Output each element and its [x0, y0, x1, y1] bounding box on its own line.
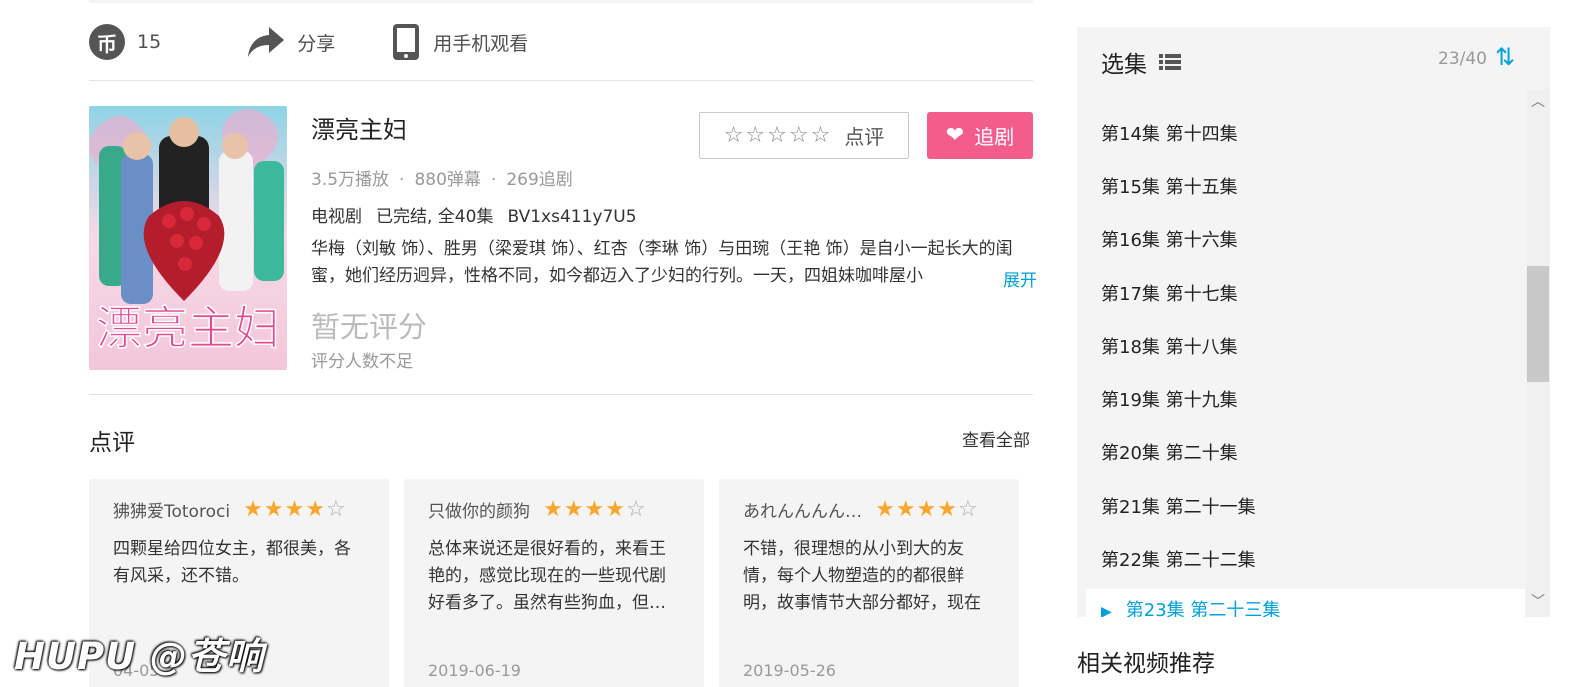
reviews-title: 点评 — [89, 430, 135, 456]
list-icon[interactable] — [1159, 53, 1181, 71]
episode-current-label: 第23集 第二十三集 — [1125, 600, 1281, 617]
divider — [89, 80, 1033, 81]
episode-item[interactable]: 第20集 第二十集 — [1101, 439, 1238, 465]
episode-item[interactable]: 第18集 第十八集 — [1101, 333, 1238, 359]
star-rating-icon: ★★★★☆ — [243, 497, 347, 522]
episode-item[interactable]: 第15集 第十五集 — [1101, 173, 1238, 199]
top-divider — [89, 0, 1033, 3]
bvid: BV1xs411y7U5 — [507, 207, 637, 227]
share-label: 分享 — [297, 32, 336, 55]
cover-title-art: 漂亮主妇 — [96, 301, 280, 355]
follow-label: 追剧 — [974, 125, 1015, 149]
page-title: 漂亮主妇 — [311, 116, 407, 144]
rate-label: 点评 — [844, 125, 885, 149]
play-count: 3.5万播放 — [311, 170, 390, 190]
cover-image[interactable]: 漂亮主妇 — [89, 106, 287, 370]
star-rating-icon: ★★★★☆ — [875, 497, 979, 522]
heart-icon: ❤ — [945, 123, 965, 148]
expand-link[interactable]: 展开 — [997, 266, 1037, 291]
meta-line: 电视剧 已完结, 全40集 BV1xs411y7U5 — [311, 202, 651, 227]
media-status: 已完结, 全40集 — [376, 207, 494, 227]
review-date: 2019-06-19 — [428, 661, 521, 680]
review-text: 四颗星给四位女主，都很美，各有风采，还不错。 — [113, 539, 351, 586]
stats-line: 3.5万播放 · 880弹幕 · 269追剧 — [311, 170, 573, 190]
follow-button[interactable]: ❤ 追剧 — [927, 112, 1033, 159]
episode-panel-header: 选集 — [1101, 45, 1181, 79]
episode-item-current[interactable]: ▶ 第23集 第二十三集 — [1086, 589, 1525, 617]
scrollbar-thumb[interactable] — [1527, 266, 1549, 382]
share-button[interactable]: 分享 — [247, 25, 335, 59]
play-icon: ▶ — [1101, 604, 1112, 617]
description: 华梅（刘敏 饰）、胜男（梁爱琪 饰）、红杏（李琳 饰）与田琬（王艳 饰）是自小一… — [311, 239, 1013, 286]
review-card[interactable]: あれんんんん… ★★★★☆ 不错，很理想的从小到大的友情，每个人物塑造的的都很鲜… — [719, 479, 1019, 687]
episode-item[interactable]: 第22集 第二十二集 — [1101, 546, 1256, 572]
sort-order-icon[interactable]: ⇅ — [1495, 43, 1515, 71]
coin-icon: 币 — [89, 24, 125, 60]
mobile-label: 用手机观看 — [433, 32, 529, 55]
episode-panel-title: 选集 — [1101, 52, 1147, 78]
episode-item[interactable]: 第21集 第二十一集 — [1101, 493, 1256, 519]
follower-count: 269追剧 — [506, 170, 573, 190]
action-bar: 币 15 分享 用手机观看 — [89, 22, 1033, 62]
chevron-up-icon[interactable]: ︿ — [1526, 91, 1550, 111]
review-username[interactable]: あれんんんん… — [743, 497, 862, 522]
divider — [89, 394, 1033, 395]
score-value: 暂无评分 — [311, 310, 428, 344]
coin-button[interactable]: 币 15 — [89, 24, 161, 60]
star-rating-icon: ★★★★☆ — [543, 497, 647, 522]
score-subtitle: 评分人数不足 — [311, 352, 413, 372]
coin-count: 15 — [137, 31, 162, 53]
review-text: 总体来说还是很好看的，来看王艳的，感觉比现在的一些现代剧好看多了。虽然有些狗血，… — [428, 539, 666, 613]
rate-button[interactable]: ☆☆☆☆☆ 点评 — [699, 112, 909, 159]
watermark: HUPU @苍响 — [14, 635, 265, 678]
view-all-link[interactable]: 查看全部 — [962, 426, 1030, 451]
episode-count: 23/40 — [1438, 49, 1487, 69]
review-date: 2019-05-26 — [743, 661, 836, 680]
episode-item[interactable]: 第14集 第十四集 — [1101, 120, 1238, 146]
star-outline-icon: ☆☆☆☆☆ — [723, 123, 833, 148]
chevron-down-icon[interactable]: ﹀ — [1526, 591, 1550, 611]
episode-panel: 选集 23/40 ⇅ 第14集 第十四集 第15集 第十五集 第16集 第十六集… — [1077, 27, 1550, 617]
share-icon — [247, 25, 285, 59]
phone-icon — [391, 23, 421, 61]
episode-item[interactable]: 第17集 第十七集 — [1101, 280, 1238, 306]
review-text: 不错，很理想的从小到大的友情，每个人物塑造的的都很鲜明，故事情节大部分都好，现在… — [743, 539, 981, 613]
mobile-watch-button[interactable]: 用手机观看 — [391, 23, 528, 61]
episode-item[interactable]: 第16集 第十六集 — [1101, 226, 1238, 252]
episode-item[interactable]: 第19集 第十九集 — [1101, 386, 1238, 412]
episode-scrollbar[interactable]: ︿ ﹀ — [1526, 89, 1550, 617]
review-username[interactable]: 只做你的颜狗 — [428, 497, 530, 522]
review-card[interactable]: 只做你的颜狗 ★★★★☆ 总体来说还是很好看的，来看王艳的，感觉比现在的一些现代… — [404, 479, 704, 687]
danmaku-count: 880弹幕 — [414, 170, 481, 190]
review-username[interactable]: 狒狒爱Totoroci — [113, 497, 230, 522]
episode-list: 第14集 第十四集 第15集 第十五集 第16集 第十六集 第17集 第十七集 … — [1077, 92, 1525, 617]
media-type: 电视剧 — [311, 207, 362, 227]
related-videos-title: 相关视频推荐 — [1077, 651, 1215, 677]
